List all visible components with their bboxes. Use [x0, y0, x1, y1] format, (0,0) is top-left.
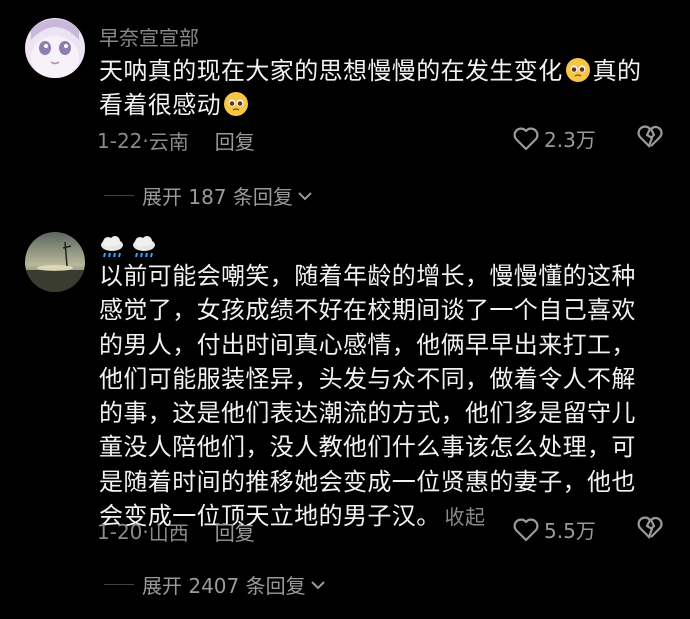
- broken-heart-icon[interactable]: [636, 515, 664, 541]
- like-button[interactable]: 5.5万: [512, 515, 596, 544]
- like-button[interactable]: 2.3万: [512, 124, 596, 153]
- divider-line: [104, 584, 134, 585]
- expand-replies-label: 展开 187 条回复: [142, 185, 293, 209]
- chevron-down-icon: [310, 580, 325, 589]
- comment-text-part: 天呐真的现在大家的思想慢慢的在发生变化: [99, 57, 563, 85]
- broken-heart-icon[interactable]: [636, 124, 664, 150]
- comment-text-body: 以前可能会嘲笑，随着年龄的增长，慢慢懂的这种感觉了，女孩成绩不好在校期间谈了一个…: [99, 262, 636, 531]
- heart-icon: [513, 127, 539, 150]
- cloud-rain-icon: [101, 236, 123, 258]
- expand-replies-label: 展开 2407 条回复: [142, 574, 306, 598]
- comment-date: 1-20: [97, 519, 143, 544]
- like-count: 5.5万: [544, 519, 596, 543]
- pleading-face-icon: [565, 58, 590, 82]
- expand-replies-button[interactable]: 展开 2407 条回复: [104, 570, 326, 599]
- comment-meta: 1-20 · 山西 回复: [97, 517, 255, 546]
- comment-1: 早奈宣宣部 天呐真的现在大家的思想慢慢的在发生变化 真的看着很感动 1-22 · …: [0, 0, 690, 210]
- chevron-down-icon: [298, 191, 312, 200]
- comment-location: 山西: [148, 521, 189, 545]
- avatar[interactable]: [25, 232, 85, 292]
- collapse-button[interactable]: 收起: [445, 505, 486, 529]
- username[interactable]: 早奈宣宣部: [99, 22, 199, 51]
- comment-meta: 1-22 · 云南 回复: [97, 126, 255, 155]
- comment-text: 天呐真的现在大家的思想慢慢的在发生变化 真的看着很感动: [99, 54, 659, 123]
- like-count: 2.3万: [544, 128, 596, 152]
- pleading-face-icon: [224, 92, 248, 117]
- avatar[interactable]: [25, 18, 85, 78]
- divider-line: [104, 195, 134, 196]
- comment-location: 云南: [148, 130, 189, 154]
- comment-2: 以前可能会嘲笑，随着年龄的增长，慢慢懂的这种感觉了，女孩成绩不好在校期间谈了一个…: [0, 210, 690, 619]
- reply-button[interactable]: 回复: [215, 517, 255, 546]
- expand-replies-button[interactable]: 展开 187 条回复: [104, 181, 313, 210]
- reply-button[interactable]: 回复: [215, 126, 255, 155]
- heart-icon: [513, 518, 539, 541]
- comment-text: 以前可能会嘲笑，随着年龄的增长，慢慢懂的这种感觉了，女孩成绩不好在校期间谈了一个…: [99, 259, 659, 534]
- username-emojis[interactable]: [99, 236, 157, 260]
- comment-date: 1-22: [97, 128, 143, 153]
- cloud-rain-icon: [133, 236, 155, 258]
